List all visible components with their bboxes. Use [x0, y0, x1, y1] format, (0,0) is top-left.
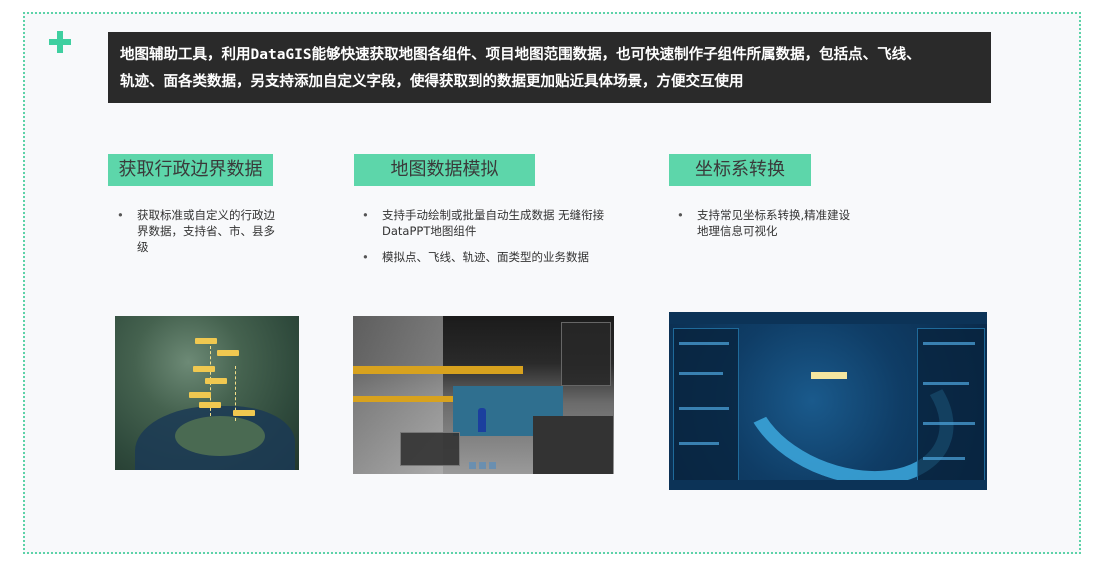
coordinate-dashboard-image — [669, 312, 987, 490]
column-title-coordinates: 坐标系转换 — [669, 154, 811, 186]
factory-simulation-image — [353, 316, 614, 474]
column-bullets-coordinates: 支持常见坐标系转换,精准建设地理信息可视化 — [675, 207, 855, 249]
bullet-item: 支持手动绘制或批量自动生成数据 无缝衔接DataPPT地图组件 — [360, 207, 610, 239]
bullet-item: 支持常见坐标系转换,精准建设地理信息可视化 — [675, 207, 855, 239]
intro-line-2: 轨迹、面各类数据，另支持添加自定义字段，使得获取到的数据更加贴近具体场景，方便交… — [120, 74, 744, 90]
bullet-item: 模拟点、飞线、轨迹、面类型的业务数据 — [360, 249, 610, 265]
column-title-simulation: 地图数据模拟 — [354, 154, 535, 186]
intro-line-1: 地图辅助工具，利用DataGIS能够快速获取地图各组件、项目地图范围数据，也可快… — [120, 47, 921, 63]
column-title-boundary: 获取行政边界数据 — [108, 154, 273, 186]
column-bullets-boundary: 获取标准或自定义的行政边界数据，支持省、市、县多级 — [115, 207, 275, 265]
intro-banner: 地图辅助工具，利用DataGIS能够快速获取地图各组件、项目地图范围数据，也可快… — [108, 32, 991, 103]
map-boundary-image — [115, 316, 299, 470]
column-bullets-simulation: 支持手动绘制或批量自动生成数据 无缝衔接DataPPT地图组件 模拟点、飞线、轨… — [360, 207, 610, 275]
bullet-item: 获取标准或自定义的行政边界数据，支持省、市、县多级 — [115, 207, 275, 255]
plus-icon — [49, 31, 71, 53]
